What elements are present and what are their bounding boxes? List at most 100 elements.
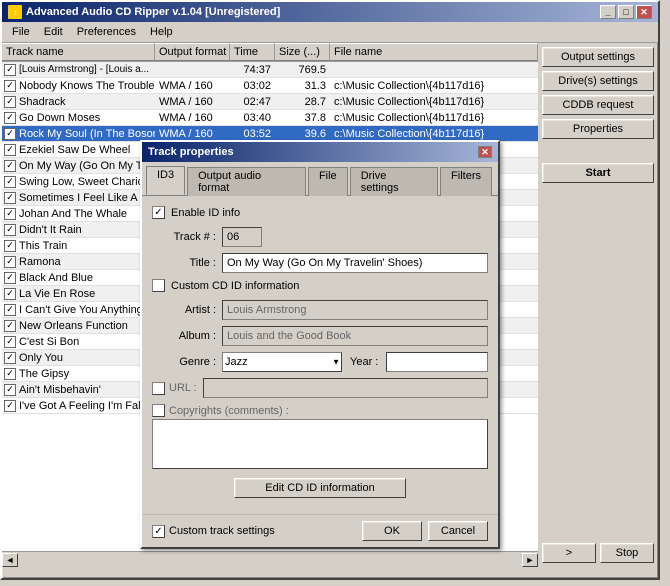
track-checkbox[interactable] <box>4 208 16 220</box>
custom-cd-checkbox[interactable] <box>152 279 165 292</box>
table-row[interactable]: Shadrack WMA / 160 02:47 28.7 c:\Music C… <box>2 94 538 110</box>
track-size: 37.8 <box>275 111 330 125</box>
track-checkbox[interactable] <box>4 128 16 140</box>
dialog-close-button[interactable]: ✕ <box>478 146 492 158</box>
track-name: Ain't Misbehavin' <box>19 384 101 396</box>
track-name: The Gipsy <box>19 368 69 380</box>
title-label: Title : <box>152 257 222 269</box>
cancel-button[interactable]: Cancel <box>428 521 488 541</box>
menu-edit[interactable]: Edit <box>38 24 69 40</box>
track-checkbox[interactable] <box>4 64 16 76</box>
minimize-button[interactable]: _ <box>600 5 616 19</box>
table-row[interactable]: [Louis Armstrong] - [Louis a... 74:37 76… <box>2 62 538 78</box>
track-name: Rock My Soul (In The Bosom... <box>19 128 155 140</box>
track-checkbox[interactable] <box>4 256 16 268</box>
track-properties-dialog: Track properties ✕ ID3 Output audio form… <box>140 140 500 549</box>
url-row: URL : <box>152 378 488 398</box>
ok-button[interactable]: OK <box>362 521 422 541</box>
output-settings-button[interactable]: Output settings <box>542 47 654 67</box>
track-checkbox[interactable] <box>4 80 16 92</box>
track-num-input[interactable] <box>222 227 262 247</box>
stop-button[interactable]: Stop <box>600 543 654 563</box>
scroll-left-btn[interactable]: ◄ <box>2 553 18 567</box>
app-title: Advanced Audio CD Ripper v.1.04 [Unregis… <box>26 6 280 18</box>
maximize-button[interactable]: □ <box>618 5 634 19</box>
copyright-textarea[interactable] <box>152 419 488 469</box>
track-name: I Can't Give You Anything <box>19 304 143 316</box>
album-input[interactable] <box>222 326 488 346</box>
menu-preferences[interactable]: Preferences <box>71 24 142 40</box>
close-button[interactable]: ✕ <box>636 5 652 19</box>
menu-bar: File Edit Preferences Help <box>2 22 658 43</box>
next-button[interactable]: > <box>542 543 596 563</box>
custom-track-checkbox[interactable] <box>152 525 165 538</box>
horizontal-scrollbar[interactable]: ◄ ► <box>2 551 538 567</box>
track-time: 03:52 <box>230 127 275 141</box>
track-checkbox[interactable] <box>4 272 16 284</box>
track-file: c:\Music Collection\{4b117d16} <box>330 95 538 109</box>
url-input[interactable] <box>203 378 488 398</box>
track-checkbox[interactable] <box>4 304 16 316</box>
artist-input[interactable] <box>222 300 488 320</box>
url-checkbox[interactable] <box>152 382 165 395</box>
track-file <box>330 69 538 71</box>
track-checkbox[interactable] <box>4 176 16 188</box>
tab-id3[interactable]: ID3 <box>146 166 185 195</box>
track-checkbox[interactable] <box>4 112 16 124</box>
track-checkbox[interactable] <box>4 336 16 348</box>
title-row: Title : <box>152 253 488 273</box>
track-checkbox[interactable] <box>4 288 16 300</box>
track-checkbox[interactable] <box>4 240 16 252</box>
track-file: c:\Music Collection\{4b117d16} <box>330 111 538 125</box>
start-button[interactable]: Start <box>542 163 654 183</box>
copyright-checkbox[interactable] <box>152 404 165 417</box>
track-checkbox[interactable] <box>4 368 16 380</box>
track-checkbox[interactable] <box>4 352 16 364</box>
edit-cd-button[interactable]: Edit CD ID information <box>234 478 405 498</box>
genre-select[interactable]: Jazz Blues Gospel Pop Rock Classical <box>222 352 342 372</box>
track-checkbox[interactable] <box>4 320 16 332</box>
custom-track-label: Custom track settings <box>169 525 275 537</box>
dialog-title-bar: Track properties ✕ <box>142 142 498 162</box>
table-row[interactable]: Nobody Knows The Trouble ... WMA / 160 0… <box>2 78 538 94</box>
tab-file[interactable]: File <box>308 167 348 196</box>
artist-row: Artist : <box>152 300 488 320</box>
track-checkbox[interactable] <box>4 144 16 156</box>
track-name: Go Down Moses <box>19 112 100 124</box>
col-time: Time <box>230 43 275 61</box>
drives-settings-button[interactable]: Drive(s) settings <box>542 71 654 91</box>
track-size: 28.7 <box>275 95 330 109</box>
track-name: [Louis Armstrong] - [Louis a... <box>19 64 149 75</box>
album-row: Album : <box>152 326 488 346</box>
title-input[interactable] <box>222 253 488 273</box>
scroll-right-btn[interactable]: ► <box>522 553 538 567</box>
dialog-body: Enable ID info Track # : Title : Custom … <box>142 196 498 514</box>
year-input[interactable] <box>386 352 488 372</box>
custom-cd-row: Custom CD ID information <box>152 279 488 292</box>
table-header: Track name Output format Time Size (...)… <box>2 43 538 62</box>
bottom-nav-buttons: > Stop <box>542 543 654 563</box>
cddb-request-button[interactable]: CDDB request <box>542 95 654 115</box>
menu-help[interactable]: Help <box>144 24 179 40</box>
menu-file[interactable]: File <box>6 24 36 40</box>
genre-year-row: Genre : Jazz Blues Gospel Pop Rock Class… <box>152 352 488 372</box>
track-name: C'est Si Bon <box>19 336 79 348</box>
track-checkbox[interactable] <box>4 96 16 108</box>
track-checkbox[interactable] <box>4 400 16 412</box>
tab-filters[interactable]: Filters <box>440 167 492 196</box>
properties-button[interactable]: Properties <box>542 119 654 139</box>
track-checkbox[interactable] <box>4 160 16 172</box>
track-checkbox[interactable] <box>4 224 16 236</box>
track-checkbox[interactable] <box>4 384 16 396</box>
copyright-label: Copyrights (comments) : <box>169 405 289 417</box>
tab-drive-settings[interactable]: Drive settings <box>350 167 438 196</box>
col-track-name: Track name <box>2 43 155 61</box>
tab-output-audio[interactable]: Output audio format <box>187 167 306 196</box>
album-label: Album : <box>152 330 222 342</box>
track-checkbox[interactable] <box>4 192 16 204</box>
track-name: Swing Low, Sweet Chario... <box>19 176 153 188</box>
track-name: Nobody Knows The Trouble ... <box>19 80 155 92</box>
genre-label: Genre : <box>152 356 222 368</box>
table-row[interactable]: Go Down Moses WMA / 160 03:40 37.8 c:\Mu… <box>2 110 538 126</box>
enable-id-info-checkbox[interactable] <box>152 206 165 219</box>
